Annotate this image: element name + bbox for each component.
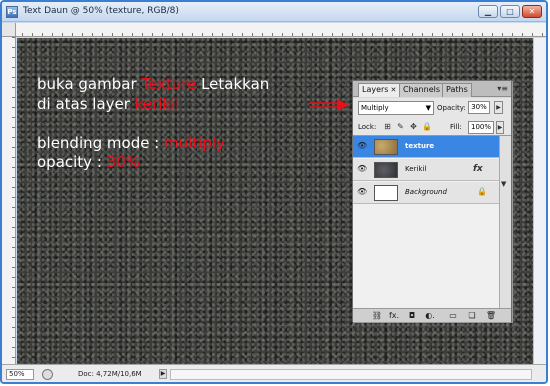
horizontal-scrollbar[interactable]: [170, 369, 532, 380]
vertical-ruler[interactable]: [2, 37, 16, 364]
new-layer-icon[interactable]: ❏: [466, 311, 478, 321]
highlight-kerikil: kerikil: [134, 95, 180, 113]
chevron-down-icon[interactable]: ▼: [501, 180, 506, 188]
layer-thumbnail: [374, 185, 398, 201]
opacity-slider-arrow[interactable]: ▶: [494, 101, 503, 114]
eye-icon[interactable]: 👁: [357, 142, 367, 150]
maximize-button[interactable]: □: [500, 5, 520, 18]
blend-mode-value: Multiply: [361, 104, 389, 112]
new-group-icon[interactable]: ▭: [447, 311, 459, 321]
doc-size: Doc: 4,72M/10,6M: [78, 370, 142, 378]
lock-position-icon[interactable]: ✥: [409, 122, 418, 131]
fill-slider-arrow[interactable]: ▶: [496, 121, 504, 134]
blend-row: Multiply ▼ Opacity: 30% ▶: [353, 98, 511, 118]
blend-mode-select[interactable]: Multiply ▼: [358, 101, 434, 115]
eye-icon[interactable]: 👁: [357, 188, 367, 196]
close-button[interactable]: ✕: [522, 5, 542, 18]
instruction-line-1: buka gambar Texture Letakkan: [37, 75, 269, 93]
fx-icon[interactable]: fx: [473, 164, 483, 174]
add-mask-icon[interactable]: ◘: [406, 311, 418, 321]
opacity-label: Opacity:: [437, 104, 466, 112]
lock-label: Lock:: [358, 123, 377, 131]
tab-paths[interactable]: Paths: [442, 83, 472, 97]
opacity-field[interactable]: 30%: [468, 101, 490, 114]
instruction-line-4: opacity : 30%: [37, 153, 140, 171]
tab-channels[interactable]: Channels: [399, 83, 445, 97]
layers-panel: Layers ✕ Channels Paths ▾≡ Multiply ▼ Opa…: [352, 80, 512, 322]
layers-list: 👁 texture 👁 Kerikil fx 👁 Background 🔒: [353, 136, 511, 308]
lock-all-icon[interactable]: 🔒: [422, 122, 432, 131]
layer-kerikil[interactable]: 👁 Kerikil fx: [353, 159, 499, 181]
instruction-text: buka gambar: [37, 75, 142, 93]
minimize-button[interactable]: ▁: [478, 5, 498, 18]
lock-row: Lock: ⊞ ✎ ✥ 🔒 Fill: 100% ▶: [353, 118, 511, 136]
status-info-icon[interactable]: [42, 369, 53, 380]
adjustment-layer-icon[interactable]: ◐.: [424, 311, 436, 321]
layer-thumbnail: [374, 162, 398, 178]
lock-icon: 🔒: [477, 187, 487, 196]
title-bar[interactable]: Ps Text Daun @ 50% (texture, RGB/8) ▁ □ …: [2, 2, 546, 22]
fill-label: Fill:: [450, 123, 462, 131]
layer-name: Kerikil: [405, 165, 427, 173]
tab-layers-label: Layers: [362, 85, 389, 94]
photoshop-app-icon: Ps: [6, 6, 18, 18]
instruction-text: opacity :: [37, 153, 107, 171]
ruler-origin[interactable]: [2, 23, 16, 37]
zoom-field[interactable]: 50%: [6, 369, 34, 380]
link-layers-icon[interactable]: ⛓: [371, 311, 383, 321]
instruction-text: di atas layer: [37, 95, 135, 113]
vertical-scrollbar[interactable]: [533, 38, 546, 364]
layers-scrollbar[interactable]: ▼: [499, 136, 511, 308]
lock-pixels-icon[interactable]: ✎: [396, 122, 405, 131]
status-bar: 50% Doc: 4,72M/10,6M ▶: [2, 364, 546, 382]
instruction-text: Letakkan: [196, 75, 270, 93]
layer-name: Background: [405, 188, 447, 196]
instruction-line-2: di atas layer kerikil: [37, 95, 179, 113]
panel-tabs: Layers ✕ Channels Paths ▾≡: [353, 81, 511, 97]
layer-texture[interactable]: 👁 texture: [353, 136, 499, 158]
highlight-opacity: 30%: [106, 153, 140, 171]
highlight-multiply: multiply: [164, 134, 225, 152]
instruction-line-3: blending mode : multiply: [37, 134, 225, 152]
eye-icon[interactable]: 👁: [357, 165, 367, 173]
instruction-text: blending mode :: [37, 134, 165, 152]
lock-transparency-icon[interactable]: ⊞: [383, 122, 392, 131]
fill-field[interactable]: 100%: [468, 121, 494, 134]
highlight-texture: Texture: [141, 75, 197, 93]
layer-background[interactable]: 👁 Background 🔒: [353, 182, 499, 204]
tab-layers[interactable]: Layers ✕: [358, 83, 401, 97]
trash-icon[interactable]: 🗑: [485, 311, 497, 321]
chevron-down-icon: ▼: [425, 104, 431, 112]
add-style-icon[interactable]: fx.: [388, 311, 400, 321]
tab-close-icon[interactable]: ✕: [390, 86, 396, 94]
panel-footer: ⛓ fx. ◘ ◐. ▭ ❏ 🗑: [353, 308, 511, 322]
layer-name: texture: [405, 142, 435, 150]
red-arrow-icon: [309, 99, 349, 111]
window-title: Text Daun @ 50% (texture, RGB/8): [23, 6, 179, 16]
panel-menu-icon[interactable]: ▾≡: [497, 84, 508, 93]
document-window: Ps Text Daun @ 50% (texture, RGB/8) ▁ □ …: [0, 0, 548, 384]
status-menu-arrow[interactable]: ▶: [159, 369, 167, 379]
layer-thumbnail: [374, 139, 398, 155]
horizontal-ruler[interactable]: [2, 23, 546, 37]
